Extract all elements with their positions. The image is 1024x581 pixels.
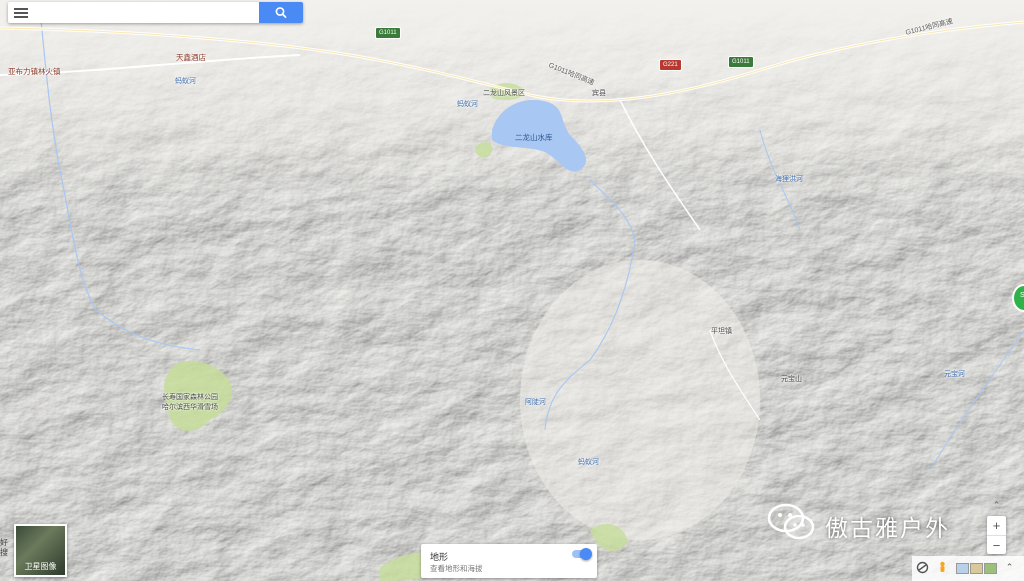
river-label: 蚂蚁河 [457, 101, 478, 108]
watermark: 傲古雅户外 [766, 500, 981, 544]
search-icon [275, 7, 287, 18]
expand-icon[interactable]: ⌃ [987, 497, 1006, 514]
place-label[interactable]: 哈尔滨西华滑雪场 [162, 403, 218, 412]
bottom-controls: ⌃ [912, 556, 1024, 581]
photos-icon[interactable] [984, 563, 997, 574]
poi-label[interactable]: 天鑫酒店 [176, 53, 206, 62]
wechat-icon [767, 503, 815, 540]
place-label[interactable]: 长寿国家森林公园 [162, 393, 218, 402]
river-label: 蚂蚁河 [175, 78, 196, 85]
highway-shield: G1011 [728, 56, 754, 68]
terrain-toggle[interactable] [572, 548, 592, 560]
highway-shield: G1011 [375, 27, 401, 39]
place-label[interactable]: 宾县 [592, 89, 606, 98]
terrain-title: 地形 [430, 552, 449, 562]
place-label[interactable]: 元宝山 [781, 375, 802, 384]
river-label: 阿陡河 [525, 399, 546, 406]
search-box[interactable] [8, 2, 303, 23]
place-label[interactable]: 平坦镇 [711, 327, 732, 336]
watermark-text: 傲古雅户外 [825, 515, 950, 541]
terrain-card[interactable]: 地形 查看地形和海拔 [421, 544, 597, 578]
poi-label[interactable]: 亚布力镇林火镇 [8, 67, 61, 76]
satellite-toggle[interactable]: 卫星图像 [14, 524, 67, 577]
search-button[interactable] [259, 2, 303, 23]
toggle-knob [580, 548, 592, 560]
photos-icon[interactable] [970, 563, 983, 574]
pegman-icon[interactable] [936, 561, 949, 574]
place-label[interactable]: 二龙山风景区 [483, 89, 525, 98]
side-label: 好搜 [0, 538, 8, 557]
satellite-label: 卫星图像 [24, 562, 57, 571]
lake-label: 二龙山水库 [515, 133, 553, 142]
zoom-out-button[interactable]: − [987, 535, 1006, 555]
zoom-in-button[interactable]: + [987, 516, 1006, 535]
highway-shield: G221 [659, 59, 682, 71]
river-label: 海狸洪河 [775, 176, 803, 183]
terrain-map[interactable] [0, 0, 1024, 581]
globe-icon[interactable] [916, 561, 929, 574]
river-label: 元宝河 [944, 371, 965, 378]
expand-up-icon[interactable]: ⌃ [1003, 561, 1016, 574]
terrain-subtitle: 查看地形和海拔 [430, 564, 483, 573]
river-label: 蚂蚁河 [578, 459, 599, 466]
zoom-control[interactable]: + − [987, 516, 1006, 554]
menu-icon[interactable] [14, 6, 28, 19]
search-input[interactable] [34, 4, 258, 23]
photos-icon[interactable] [956, 563, 969, 574]
